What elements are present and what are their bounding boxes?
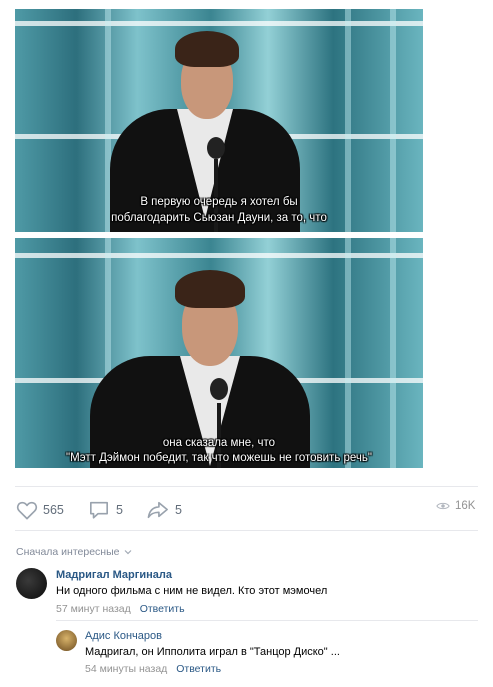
avatar[interactable] [16,568,47,599]
subtitle-line-2: "Мэтт Дэймон победит, так что можешь не … [66,452,372,464]
heart-icon [16,500,38,520]
comment-meta: 54 минуты назад Ответить [85,663,221,675]
divider [15,530,478,531]
likes-count: 565 [43,503,64,517]
comment-icon [88,500,110,520]
eye-icon [436,501,450,511]
comments-sort-toggle[interactable]: Сначала интересные [16,546,132,558]
divider [15,486,478,487]
chevron-down-icon [122,546,132,558]
avatar[interactable] [56,630,77,651]
meme-frame-1: В первую очередь я хотел бы поблагодарит… [15,9,423,232]
comment-button[interactable]: 5 [88,500,123,520]
shares-count: 5 [175,503,182,517]
reply-button[interactable]: Ответить [140,603,185,615]
comment-text: Ни одного фильма с ним не видел. Кто это… [56,585,328,597]
share-icon [146,500,170,520]
views-count: 16K [455,500,476,512]
comment-text: Мадригал, он Ипполита играл в "Танцор Ди… [85,646,340,658]
subtitle-line-1: В первую очередь я хотел бы [140,196,298,208]
speaker-figure [15,238,423,468]
meme-frame-2: она сказала мне, что "Мэтт Дэймон победи… [15,238,423,468]
sort-label: Сначала интересные [16,546,120,558]
share-button[interactable]: 5 [146,500,182,520]
views-counter: 16K [436,500,475,512]
reply-button[interactable]: Ответить [176,663,221,675]
like-button[interactable]: 565 [16,500,64,520]
comment-time[interactable]: 57 минут назад [56,603,131,615]
comment-meta: 57 минут назад Ответить [56,603,185,615]
comment-time[interactable]: 54 минуты назад [85,663,167,675]
comment-author[interactable]: Адис Кончаров [85,630,162,642]
subtitle-line-1: она сказала мне, что [162,437,276,449]
comment-author[interactable]: Мадригал Маргинала [56,569,172,581]
comments-count: 5 [116,503,123,517]
subtitle-line-2: поблагодарить Сьюзан Дауни, за то, что [111,212,327,224]
divider [56,620,478,621]
